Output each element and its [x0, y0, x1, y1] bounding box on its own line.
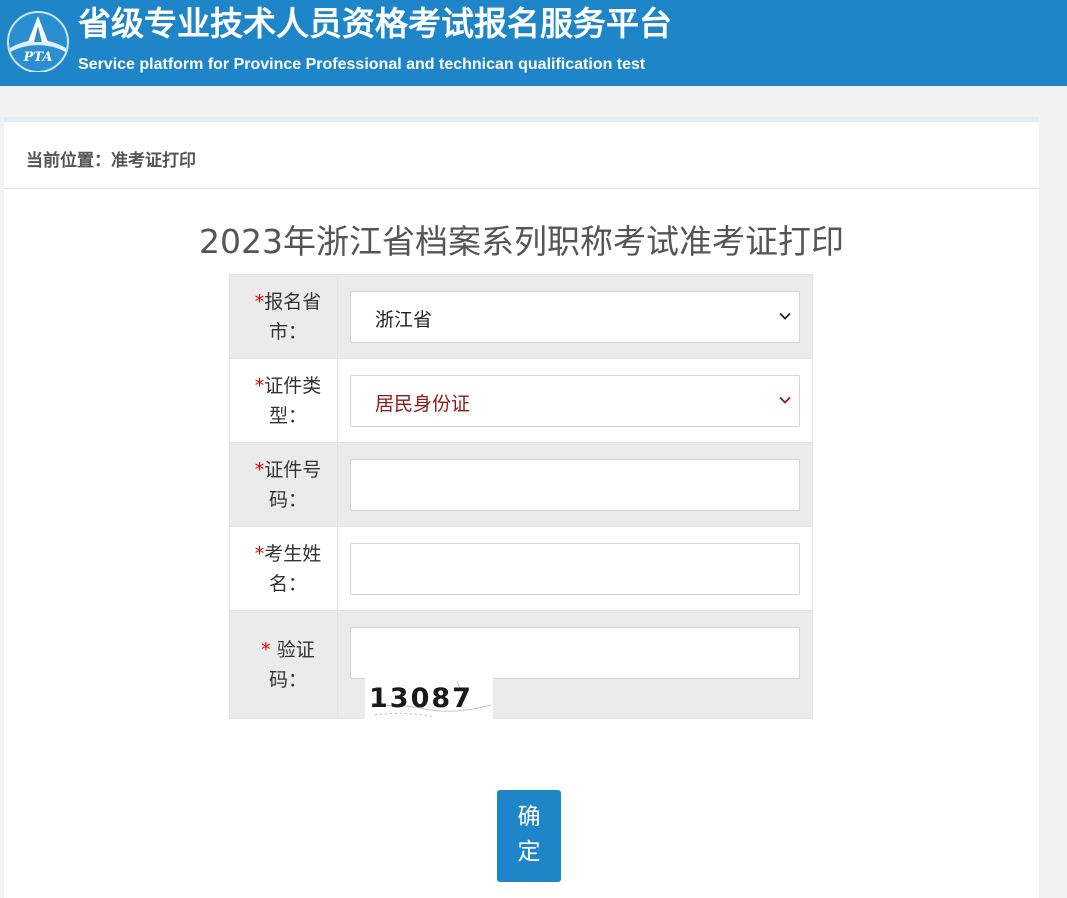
- page-title: 2023年浙江省档案系列职称考试准考证打印: [199, 222, 844, 261]
- id-number-label: *证件号码：: [229, 442, 338, 527]
- chevron-down-icon: [779, 312, 791, 320]
- province-label: *报名省市：: [229, 274, 338, 359]
- confirm-button[interactable]: 确定: [497, 790, 561, 882]
- id-type-label: *证件类型：: [229, 358, 338, 443]
- captcha-label-text: 验证码：: [268, 638, 315, 691]
- required-mark: *: [254, 458, 265, 481]
- logo-text: PTA: [23, 50, 53, 65]
- captcha-label: * 验证码：: [229, 610, 338, 719]
- required-mark: *: [254, 290, 265, 313]
- divider: [4, 188, 1039, 189]
- province-label-text: 报名省市：: [264, 290, 322, 343]
- id-type-select-value: 居民身份证: [374, 393, 470, 415]
- captcha-input[interactable]: [349, 627, 800, 679]
- breadcrumb: 当前位置：准考证打印: [26, 151, 196, 171]
- captcha-text: 13087: [369, 683, 473, 714]
- form-row-id-type: *证件类型： 居民身份证: [229, 358, 814, 443]
- site-subtitle: Service platform for Province Profession…: [78, 56, 646, 73]
- admission-form: *报名省市： 浙江省 *证件类型： 居民身份证 *证件号码： *考生姓名： * …: [229, 274, 814, 719]
- captcha-image[interactable]: 13087: [364, 677, 493, 719]
- form-row-captcha: * 验证码： 13087: [229, 610, 814, 719]
- site-header: PTA 省级专业技术人员资格考试报名服务平台 Service platform …: [0, 0, 1067, 86]
- province-select-value: 浙江省: [374, 309, 432, 331]
- name-label: *考生姓名：: [229, 526, 338, 611]
- id-number-input[interactable]: [349, 459, 800, 511]
- form-row-id-number: *证件号码：: [229, 442, 814, 527]
- form-row-province: *报名省市： 浙江省: [229, 274, 814, 359]
- id-type-label-text: 证件类型：: [264, 374, 322, 427]
- id-type-select[interactable]: 居民身份证: [349, 375, 800, 427]
- site-title: 省级专业技术人员资格考试报名服务平台: [78, 4, 672, 43]
- candidate-name-input[interactable]: [349, 543, 800, 595]
- form-row-name: *考生姓名：: [229, 526, 814, 611]
- confirm-button-label: 确定: [517, 804, 541, 865]
- required-mark: *: [254, 542, 265, 565]
- main-panel: 当前位置：准考证打印 2023年浙江省档案系列职称考试准考证打印 *报名省市： …: [4, 117, 1039, 898]
- required-mark: *: [254, 374, 265, 397]
- required-mark: *: [261, 638, 271, 661]
- name-label-text: 考生姓名：: [264, 542, 322, 595]
- province-select[interactable]: 浙江省: [349, 291, 800, 343]
- chevron-down-icon: [779, 396, 791, 404]
- id-number-label-text: 证件号码：: [264, 458, 322, 511]
- pta-logo: PTA: [7, 11, 69, 72]
